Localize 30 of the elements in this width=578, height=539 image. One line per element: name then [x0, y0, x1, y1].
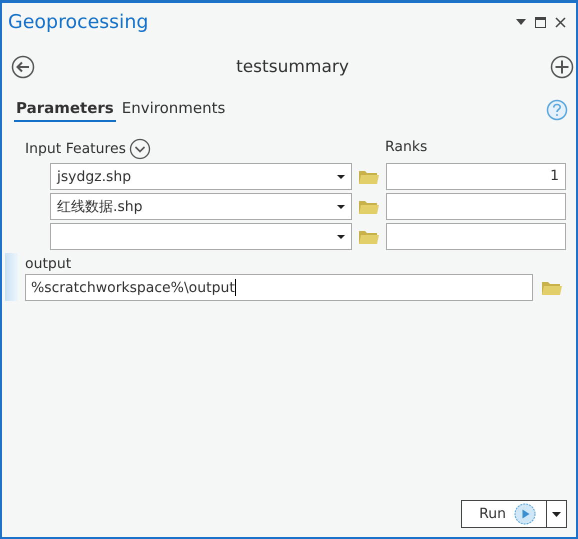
- folder-icon[interactable]: [358, 168, 380, 184]
- tab[interactable]: Parameters: [14, 97, 116, 122]
- caret-icon: [552, 512, 561, 516]
- folder-icon[interactable]: [541, 280, 563, 296]
- close-icon[interactable]: [555, 16, 566, 28]
- field-label: Ranks: [385, 139, 428, 155]
- folder-icon[interactable]: [358, 228, 380, 244]
- input-field[interactable]: [386, 193, 566, 220]
- dropdown-field[interactable]: jsydgz.shp: [50, 163, 352, 190]
- caret-icon: [337, 204, 345, 208]
- window-title: Geoprocessing: [8, 11, 148, 33]
- add-icon[interactable]: [550, 55, 574, 79]
- caret-icon: [337, 174, 345, 178]
- field-label: output: [25, 256, 72, 272]
- tool-title: testsummary: [236, 57, 349, 77]
- back-icon[interactable]: [11, 55, 35, 79]
- field-label: Input Features: [25, 141, 126, 157]
- input-field[interactable]: 1: [386, 163, 566, 190]
- caret-icon: [337, 234, 345, 238]
- dropdown-field[interactable]: 红线数据.shp: [50, 193, 352, 220]
- folder-icon[interactable]: [358, 198, 380, 214]
- help-icon[interactable]: [546, 98, 568, 120]
- input-field[interactable]: %scratchworkspace%\output: [25, 274, 533, 301]
- tab[interactable]: Environments: [120, 97, 228, 122]
- maximize-icon[interactable]: [535, 16, 546, 28]
- input-field[interactable]: [386, 223, 566, 250]
- collapse-icon[interactable]: [128, 138, 151, 160]
- dropdown-field[interactable]: [50, 223, 352, 250]
- play-icon: [514, 503, 536, 525]
- dropdown-icon[interactable]: [516, 19, 526, 25]
